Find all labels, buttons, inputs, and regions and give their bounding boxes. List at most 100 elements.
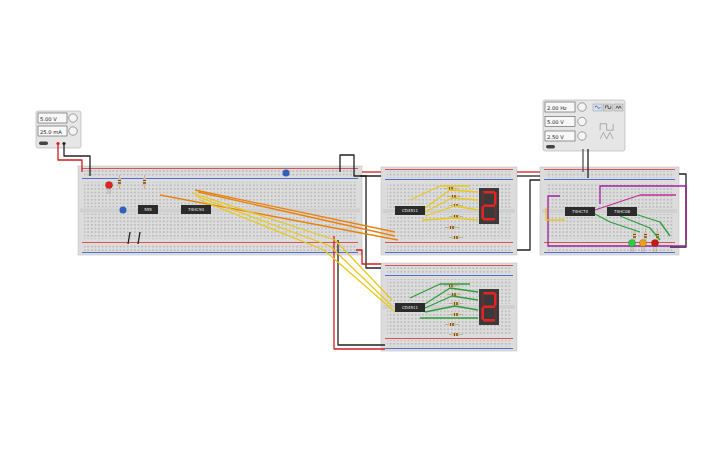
- wire[interactable]: [360, 176, 381, 268]
- wire[interactable]: [546, 208, 565, 220]
- display-segment: [482, 307, 485, 320]
- generator-reading: [545, 117, 575, 127]
- generator-reading: [545, 131, 575, 141]
- square-wave-icon: [605, 106, 610, 109]
- ic-chip[interactable]: CD4511: [395, 303, 425, 312]
- chip-label: CD4511: [402, 208, 419, 213]
- wire[interactable]: [340, 155, 381, 176]
- resistor[interactable]: [445, 323, 459, 326]
- chip-label: 74HC74: [572, 209, 588, 214]
- resistor[interactable]: [118, 175, 121, 189]
- wire[interactable]: [600, 186, 686, 240]
- wire[interactable]: [196, 196, 392, 306]
- wire[interactable]: [517, 180, 540, 250]
- breadboard[interactable]: [381, 263, 517, 351]
- seven-segment-display[interactable]: [479, 289, 499, 325]
- waveform-button[interactable]: [600, 104, 613, 130]
- led[interactable]: [628, 239, 635, 252]
- display-segment: [494, 307, 497, 320]
- led[interactable]: [651, 239, 658, 252]
- generator-reading-text: 2.50 V: [547, 134, 564, 140]
- breadboard[interactable]: [540, 167, 679, 255]
- waveform-button[interactable]: [593, 104, 602, 111]
- power-knob[interactable]: [69, 127, 77, 135]
- wire[interactable]: [425, 206, 478, 216]
- power-switch[interactable]: [39, 142, 48, 146]
- wire[interactable]: [670, 174, 686, 247]
- display-segment: [483, 319, 495, 322]
- wire[interactable]: [356, 250, 381, 264]
- wire[interactable]: [200, 200, 395, 312]
- wire[interactable]: [422, 218, 478, 220]
- generator-knob[interactable]: [578, 117, 586, 125]
- wire[interactable]: [198, 192, 395, 236]
- generator-reading-text: 5.00 V: [547, 119, 564, 125]
- display-segment: [482, 192, 485, 205]
- generator-knob[interactable]: [578, 132, 586, 140]
- chip-label: CD4511: [402, 305, 419, 310]
- negative-terminal[interactable]: [62, 142, 65, 145]
- display-segment: [483, 218, 495, 221]
- display-segment: [483, 191, 495, 194]
- capacitor[interactable]: [120, 207, 127, 214]
- wire[interactable]: [362, 171, 381, 172]
- function-generator[interactable]: 2.00 Hz 5.00 V 2.50 V: [543, 100, 625, 151]
- resistor[interactable]: [449, 236, 463, 239]
- wire[interactable]: [195, 190, 395, 232]
- power-reading: [38, 126, 67, 136]
- chip-label: 555: [144, 207, 152, 212]
- generator-switch[interactable]: [546, 145, 555, 149]
- generator-knob[interactable]: [578, 103, 586, 111]
- wire[interactable]: [517, 175, 540, 176]
- resistor[interactable]: [449, 302, 463, 305]
- sine-wave-icon: [595, 106, 600, 109]
- wire[interactable]: [410, 186, 470, 200]
- wire[interactable]: [128, 232, 130, 244]
- ic-chip[interactable]: 555: [138, 205, 158, 214]
- resistor[interactable]: [449, 313, 463, 316]
- generator-reading-text: 2.00 Hz: [547, 105, 567, 111]
- led[interactable]: [639, 239, 646, 252]
- wire[interactable]: [425, 306, 478, 312]
- wire[interactable]: [425, 198, 478, 212]
- wire[interactable]: [420, 317, 478, 318]
- wire[interactable]: [582, 149, 583, 172]
- ic-chip[interactable]: 74HC08: [607, 207, 637, 216]
- wire[interactable]: [587, 149, 588, 178]
- chip-label: 74HC08: [614, 209, 630, 214]
- triangle-wave-preview-icon: [600, 132, 613, 138]
- wire[interactable]: [548, 196, 686, 246]
- positive-terminal[interactable]: [56, 142, 59, 145]
- breadboard[interactable]: [381, 167, 517, 255]
- power-knob[interactable]: [69, 114, 77, 122]
- resistor[interactable]: [449, 333, 463, 336]
- power-reading-text: 5.00 V: [40, 116, 57, 122]
- power-supply[interactable]: 5.00 V 25.0 mA: [36, 111, 81, 148]
- wire[interactable]: [64, 145, 90, 176]
- circuit-canvas: 5.00 V 25.0 mA 2.00 Hz 5.00 V 2.50 V 555 74HC9…: [0, 0, 725, 453]
- wire[interactable]: [160, 195, 398, 240]
- display-segment: [494, 192, 497, 205]
- wire[interactable]: [635, 214, 670, 236]
- ic-chip[interactable]: 74HC93: [181, 205, 211, 214]
- waveform-button[interactable]: [600, 104, 623, 139]
- display-segment: [482, 206, 485, 219]
- ic-chip[interactable]: CD4511: [395, 206, 425, 215]
- wire[interactable]: [517, 171, 540, 172]
- ic-chip[interactable]: 74HC74: [565, 207, 595, 216]
- capacitor[interactable]: [283, 170, 290, 177]
- resistor[interactable]: [447, 293, 461, 296]
- wire[interactable]: [410, 284, 470, 298]
- wire[interactable]: [595, 214, 640, 232]
- display-segment: [482, 293, 485, 306]
- display-segment: [483, 292, 495, 295]
- wire[interactable]: [138, 232, 140, 244]
- wire[interactable]: [58, 145, 82, 172]
- display-segment: [483, 205, 495, 208]
- resistor[interactable]: [445, 226, 459, 229]
- resistor[interactable]: [143, 175, 146, 189]
- display-segment: [494, 293, 497, 306]
- led[interactable]: [105, 181, 112, 194]
- seven-segment-display[interactable]: [479, 188, 499, 224]
- power-reading-text: 25.0 mA: [40, 129, 62, 135]
